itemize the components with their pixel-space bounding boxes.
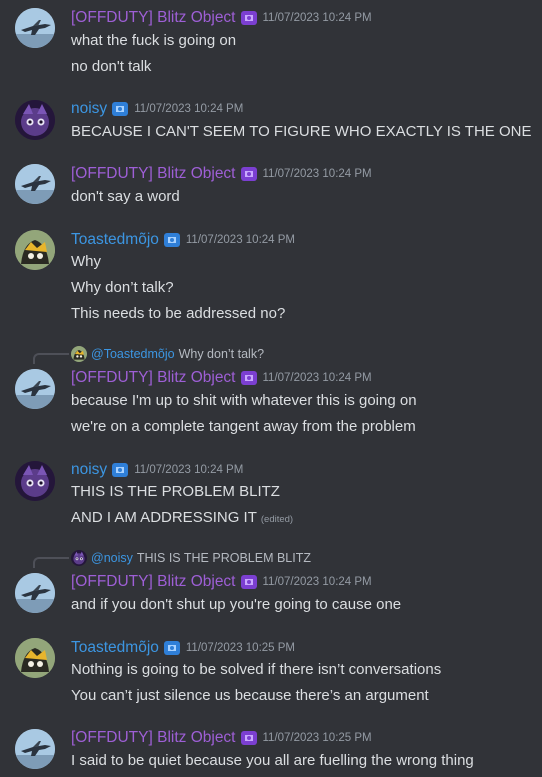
message-text: THIS IS THE PROBLEM BLITZ <box>71 483 280 500</box>
role-badge-icon <box>111 100 129 118</box>
message-header: noisy 11/07/2023 10:24 PM <box>71 460 243 480</box>
role-badge-icon <box>240 369 258 387</box>
message-header: [OFFDUTY] Blitz Object 11/07/2023 10:25 … <box>71 728 372 748</box>
reply-connector <box>33 557 69 568</box>
reply-username[interactable]: @noisy <box>91 551 133 565</box>
role-badge-icon <box>240 729 258 747</box>
role-badge-icon <box>111 461 129 479</box>
username[interactable]: [OFFDUTY] Blitz Object <box>71 369 236 387</box>
message-text-content: AND I AM ADDRESSING IT <box>71 509 257 526</box>
timestamp: 11/07/2023 10:24 PM <box>262 372 372 384</box>
message-header: Toastedmõjo 11/07/2023 10:25 PM <box>71 638 295 658</box>
avatar[interactable] <box>15 729 55 769</box>
avatar[interactable] <box>15 100 55 140</box>
reply-username[interactable]: @Toastedmõjo <box>91 347 175 361</box>
message-text: BECAUSE I CAN'T SEEM TO FIGURE WHO EXACT… <box>71 123 532 140</box>
username[interactable]: [OFFDUTY] Blitz Object <box>71 573 236 591</box>
edited-label: (edited) <box>260 514 294 525</box>
reply-avatar <box>71 346 87 362</box>
role-badge-icon <box>240 165 258 183</box>
avatar[interactable] <box>15 369 55 409</box>
timestamp: 11/07/2023 10:25 PM <box>262 732 372 744</box>
role-badge-icon <box>240 9 258 27</box>
message-header: [OFFDUTY] Blitz Object 11/07/2023 10:24 … <box>71 164 372 184</box>
message-header: [OFFDUTY] Blitz Object 11/07/2023 10:24 … <box>71 368 372 388</box>
message-text: You can’t just silence us because there’… <box>71 687 429 704</box>
reply-preview[interactable]: @noisy THIS IS THE PROBLEM BLITZ <box>71 550 311 566</box>
reply-text: THIS IS THE PROBLEM BLITZ <box>136 551 311 565</box>
username[interactable]: [OFFDUTY] Blitz Object <box>71 729 236 747</box>
chat-message-list: [OFFDUTY] Blitz Object 11/07/2023 10:24 … <box>0 0 542 777</box>
avatar[interactable] <box>15 230 55 270</box>
username[interactable]: [OFFDUTY] Blitz Object <box>71 9 236 27</box>
reply-connector <box>33 353 69 364</box>
avatar[interactable] <box>15 638 55 678</box>
timestamp: 11/07/2023 10:24 PM <box>134 103 244 115</box>
reply-preview[interactable]: @Toastedmõjo Why don’t talk? <box>71 346 264 362</box>
role-badge-icon <box>163 231 181 249</box>
role-badge-icon <box>240 573 258 591</box>
message-header: [OFFDUTY] Blitz Object 11/07/2023 10:24 … <box>71 572 372 592</box>
timestamp: 11/07/2023 10:24 PM <box>134 464 244 476</box>
message-header: noisy 11/07/2023 10:24 PM <box>71 99 243 119</box>
timestamp: 11/07/2023 10:24 PM <box>262 576 372 588</box>
message-text: and if you don't shut up you're going to… <box>71 596 402 613</box>
username[interactable]: Toastedmõjo <box>71 231 159 249</box>
message-text: AND I AM ADDRESSING IT (edited) <box>71 508 293 530</box>
avatar[interactable] <box>15 461 55 501</box>
timestamp: 11/07/2023 10:24 PM <box>262 168 372 180</box>
message-text: Nothing is going to be solved if there i… <box>71 661 442 678</box>
message-text: because I'm up to shit with whatever thi… <box>71 392 417 409</box>
avatar[interactable] <box>15 164 55 204</box>
username[interactable]: noisy <box>71 461 107 479</box>
reply-text: Why don’t talk? <box>178 347 265 361</box>
username[interactable]: noisy <box>71 100 107 118</box>
message-text: Why don’t talk? <box>71 279 174 296</box>
timestamp: 11/07/2023 10:24 PM <box>185 234 296 246</box>
reply-avatar <box>71 550 87 566</box>
message-text: we're on a complete tangent away from th… <box>71 418 416 435</box>
role-badge-icon <box>163 639 181 657</box>
username[interactable]: Toastedmõjo <box>71 639 159 657</box>
message-text: Why <box>71 253 101 270</box>
avatar[interactable] <box>15 8 55 48</box>
message-text: don't say a word <box>71 188 180 205</box>
message-text: no don't talk <box>71 58 152 75</box>
avatar[interactable] <box>15 573 55 613</box>
timestamp: 11/07/2023 10:25 PM <box>185 642 296 654</box>
message-text: I said to be quiet because you all are f… <box>71 752 474 769</box>
username[interactable]: [OFFDUTY] Blitz Object <box>71 165 236 183</box>
message-header: [OFFDUTY] Blitz Object 11/07/2023 10:24 … <box>71 8 372 28</box>
message-text: This needs to be addressed no? <box>71 305 286 322</box>
timestamp: 11/07/2023 10:24 PM <box>262 12 372 24</box>
message-text: what the fuck is going on <box>71 32 237 49</box>
message-header: Toastedmõjo 11/07/2023 10:24 PM <box>71 230 295 250</box>
